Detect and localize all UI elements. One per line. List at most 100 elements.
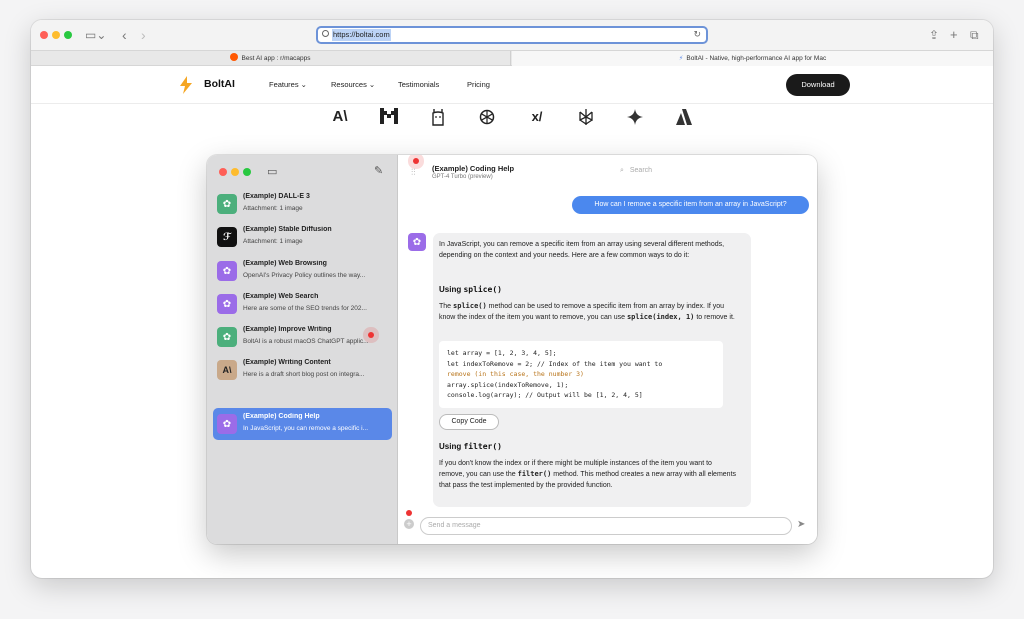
chat-preview: Attachment: 1 image: [243, 238, 303, 245]
cursor-indicator: [368, 332, 374, 338]
app-zoom-button[interactable]: [243, 168, 251, 176]
chat-preview: In JavaScript, you can remove a specific…: [243, 425, 368, 432]
chat-item[interactable]: A\ (Example) Writing Content Here is a d…: [213, 354, 392, 386]
chat-item[interactable]: ✿ (Example) Improve Writing BoltAI is a …: [213, 321, 392, 353]
openai-icon: ✿: [217, 194, 237, 214]
conversation-title: (Example) Coding Help: [432, 164, 515, 173]
user-message: How can I remove a specific item from an…: [572, 196, 809, 214]
azure-logo: [675, 108, 693, 126]
code-line: console.log(array); // Output will be [1…: [447, 391, 643, 399]
new-chat-icon[interactable]: ✎: [374, 164, 383, 177]
message-input[interactable]: Send a message: [420, 517, 792, 535]
browser-window: ▭⌄ ‹ › https://boltai.com ↻ ⇪ + ⧉ Best A…: [31, 20, 993, 578]
anthropic-logo: A\: [332, 108, 348, 125]
chat-preview: Attachment: 1 image: [243, 205, 303, 212]
chat-item[interactable]: ℱ (Example) Stable Diffusion Attachment:…: [213, 221, 392, 253]
chat-title: (Example) Improve Writing: [243, 326, 332, 333]
reload-icon[interactable]: ↻: [693, 29, 701, 40]
site-header: BoltAI Features ⌄ Resources ⌄ Testimonia…: [31, 66, 993, 104]
openai-icon: ✿: [217, 294, 237, 314]
stability-icon: ℱ: [217, 227, 237, 247]
model-settings-icon[interactable]: ⫶⫶: [411, 167, 416, 178]
download-button[interactable]: Download: [786, 74, 850, 96]
new-tab-icon[interactable]: +: [950, 26, 958, 44]
back-icon[interactable]: ‹: [122, 26, 127, 44]
conversation-pane: ⫶⫶ (Example) Coding Help GPT-4 Turbo (pr…: [398, 155, 817, 544]
chat-item[interactable]: ✿ (Example) DALL-E 3 Attachment: 1 image: [213, 188, 392, 220]
tab-label: Best AI app : r/macapps: [241, 55, 311, 62]
search-placeholder: Search: [629, 167, 653, 174]
nav-testimonials[interactable]: Testimonials: [398, 80, 439, 89]
xai-logo: x/: [531, 109, 543, 124]
reddit-icon: [230, 53, 239, 61]
copy-code-button[interactable]: Copy Code: [439, 414, 499, 430]
openai-logo: [478, 108, 496, 126]
boltai-app-window: ▭ ✎ ✿ (Example) DALL-E 3 Attachment: 1 i…: [207, 155, 817, 544]
chat-item[interactable]: ✿ (Example) Web Browsing OpenAI's Privac…: [213, 255, 392, 287]
tab-bar: Best AI app : r/macapps ⚡ BoltAI - Native…: [31, 50, 993, 66]
chat-preview: Here are some of the SEO trends for 202.…: [243, 305, 367, 312]
minimize-window-button[interactable]: [52, 31, 60, 39]
tab-label: BoltAI - Native, high-performance AI app…: [686, 55, 827, 62]
tab-boltai[interactable]: ⚡ BoltAI - Native, high-performance AI ap…: [512, 51, 993, 66]
intro-text: In JavaScript, you can remove a specific…: [439, 241, 725, 259]
nav-resources[interactable]: Resources ⌄: [331, 80, 375, 89]
chat-preview: OpenAI's Privacy Policy outlines the way…: [243, 272, 366, 279]
section-heading-splice: Using splice(): [439, 285, 502, 294]
app-minimize-button[interactable]: [231, 168, 239, 176]
search-icon: ⌕: [620, 167, 624, 174]
cursor-indicator: [413, 158, 419, 164]
perplexity-logo: [577, 108, 595, 126]
chat-title: (Example) Web Browsing: [243, 260, 327, 267]
assistant-message: In JavaScript, you can remove a specific…: [433, 233, 751, 507]
recording-indicator: [406, 510, 412, 516]
search-field[interactable]: ⌕ Search: [620, 167, 652, 175]
chat-title: (Example) Writing Content: [243, 359, 331, 366]
address-bar[interactable]: https://boltai.com ↻: [316, 26, 708, 44]
model-name: GPT-4 Turbo (preview): [432, 174, 493, 180]
chat-title: (Example) Stable Diffusion: [243, 226, 332, 233]
send-icon[interactable]: ➤: [797, 519, 805, 530]
anthropic-icon: A\: [217, 360, 237, 380]
chat-title: (Example) Web Search: [243, 293, 319, 300]
share-icon[interactable]: ⇪: [929, 26, 939, 44]
tab-reddit[interactable]: Best AI app : r/macapps: [31, 51, 511, 66]
chat-sidebar: ▭ ✎ ✿ (Example) DALL-E 3 Attachment: 1 i…: [207, 155, 398, 544]
close-window-button[interactable]: [40, 31, 48, 39]
tab-overview-icon[interactable]: ⧉: [970, 26, 979, 44]
openai-icon: ✿: [408, 233, 426, 251]
code-line: array.splice(indexToRemove, 1);: [447, 380, 569, 389]
gemini-logo: [626, 108, 644, 126]
chat-title: (Example) Coding Help: [243, 413, 320, 420]
chat-item[interactable]: ✿ (Example) Web Search Here are some of …: [213, 288, 392, 320]
code-line: let indexToRemove = 2; // Index of the i…: [447, 359, 663, 368]
code-line: let array = [1, 2, 3, 4, 5];: [447, 349, 557, 357]
browser-toolbar: ▭⌄ ‹ › https://boltai.com ↻ ⇪ + ⧉: [31, 20, 993, 50]
app-close-button[interactable]: [219, 168, 227, 176]
splice-description: The splice() method can be used to remov…: [439, 302, 735, 321]
code-block: let array = [1, 2, 3, 4, 5]; let indexTo…: [439, 341, 723, 408]
nav-pricing[interactable]: Pricing: [467, 80, 490, 89]
openai-icon: ✿: [217, 327, 237, 347]
section-heading-filter: Using filter(): [439, 442, 502, 451]
zoom-window-button[interactable]: [64, 31, 72, 39]
openai-icon: ✿: [217, 261, 237, 281]
chat-preview: BoltAI is a robust macOS ChatGPT applic.…: [243, 338, 369, 345]
mistral-logo: [380, 108, 398, 126]
bolt-favicon-icon: ⚡: [678, 55, 684, 62]
forward-icon[interactable]: ›: [141, 26, 146, 44]
boltai-logo-icon: [180, 76, 192, 94]
code-line: remove (in this case, the number 3): [447, 370, 584, 378]
chat-preview: Here is a draft short blog post on integ…: [243, 371, 365, 378]
chat-item-selected[interactable]: ✿ (Example) Coding Help In JavaScript, y…: [213, 408, 392, 440]
openai-icon: ✿: [217, 414, 237, 434]
chat-title: (Example) DALL-E 3: [243, 193, 310, 200]
site-info-icon[interactable]: [322, 30, 329, 37]
ollama-logo: [429, 108, 447, 126]
nav-features[interactable]: Features ⌄: [269, 80, 307, 89]
sidebar-toggle-icon[interactable]: ▭⌄: [85, 26, 106, 44]
sidebar-toggle-icon[interactable]: ▭: [267, 165, 277, 178]
url-text: https://boltai.com: [332, 29, 391, 41]
attach-icon[interactable]: +: [404, 519, 414, 529]
brand-name: BoltAI: [204, 78, 235, 90]
